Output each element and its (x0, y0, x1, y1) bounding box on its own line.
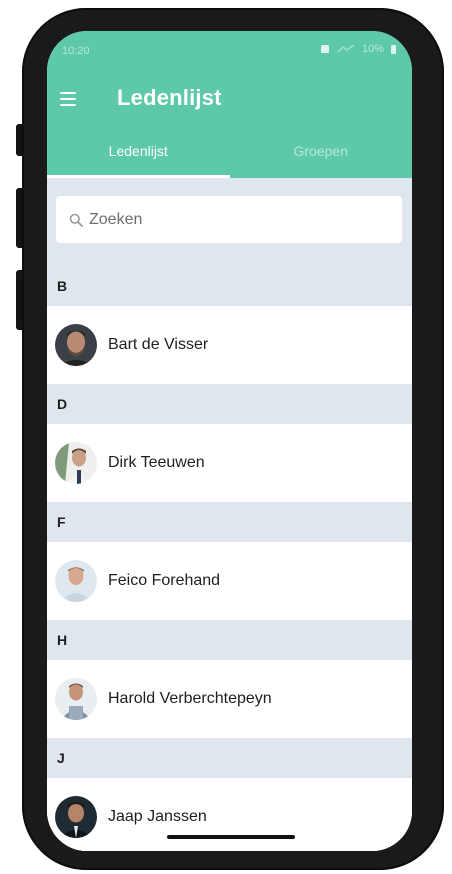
status-icons: 10% (320, 43, 396, 55)
tab-bar: Ledenlijst Groepen (47, 136, 412, 178)
member-row[interactable]: Feico Forehand (47, 542, 412, 620)
tab-ledenlijst[interactable]: Ledenlijst (47, 136, 230, 178)
avatar (55, 560, 97, 602)
member-row[interactable]: Bart de Visser (47, 306, 412, 384)
person-avatar-icon (55, 324, 97, 366)
avatar (55, 324, 97, 366)
member-name: Dirk Teeuwen (108, 454, 205, 471)
section-header-h: H (47, 620, 412, 660)
battery-percentage: 10% (361, 43, 384, 55)
person-avatar-icon (55, 796, 97, 838)
tab-groepen[interactable]: Groepen (230, 136, 413, 178)
member-name: Jaap Janssen (108, 808, 207, 825)
person-avatar-icon (55, 560, 97, 602)
search-input[interactable] (89, 210, 369, 229)
app-header: 10:20 10% Ledenlijst Ledenlijst Groepen (47, 31, 412, 178)
hamburger-menu-icon[interactable] (60, 87, 84, 111)
notification-icon (320, 45, 329, 53)
section-header-d: D (47, 384, 412, 424)
avatar (55, 796, 97, 838)
member-row[interactable]: Jaap Janssen (47, 778, 412, 851)
section-header-f: F (47, 502, 412, 542)
page-title: Ledenlijst (117, 85, 222, 110)
phone-screen: 10:20 10% Ledenlijst Ledenlijst Groepen (47, 31, 412, 851)
home-indicator[interactable] (167, 835, 295, 839)
member-name: Harold Verberchtepeyn (108, 690, 272, 707)
signal-icon (337, 44, 355, 53)
member-list: B Bart de Visser D Dirk Teeuwen F Feico … (47, 266, 412, 851)
search-icon (69, 213, 83, 227)
toolbar: Ledenlijst (47, 81, 412, 121)
battery-icon (391, 44, 396, 54)
section-header-b: B (47, 266, 412, 306)
member-name: Feico Forehand (108, 572, 221, 589)
avatar (55, 678, 97, 720)
section-header-j: J (47, 738, 412, 778)
avatar (55, 442, 97, 484)
search-bar[interactable] (56, 196, 402, 243)
member-name: Bart de Visser (108, 336, 209, 353)
member-row[interactable]: Dirk Teeuwen (47, 424, 412, 502)
person-avatar-icon (55, 678, 97, 720)
person-avatar-icon (55, 442, 97, 484)
member-row[interactable]: Harold Verberchtepeyn (47, 660, 412, 738)
status-bar: 10:20 10% (47, 31, 412, 71)
member-list-content: B Bart de Visser D (47, 178, 412, 851)
status-time: 10:20 (62, 45, 90, 57)
